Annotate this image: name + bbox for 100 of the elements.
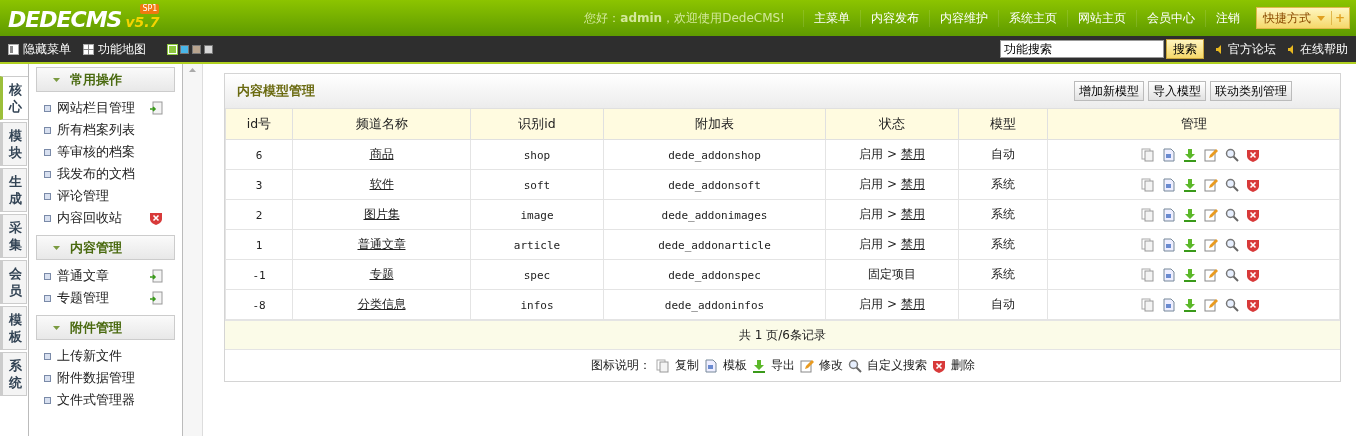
table-cell: 系统	[958, 169, 1048, 200]
table-cell: dede_addonimages	[603, 199, 826, 230]
table-cell: -8	[225, 289, 293, 320]
side-tab[interactable]: 会员	[0, 260, 27, 304]
column-header: 状态	[825, 108, 959, 140]
table-cell: shop	[470, 139, 604, 170]
column-header: 识别id	[470, 108, 604, 140]
side-tab[interactable]: 模块	[0, 122, 27, 166]
disable-link[interactable]: 禁用	[900, 207, 925, 221]
edit-icon	[1204, 177, 1218, 192]
toolbar-link[interactable]: 在线帮助	[1288, 40, 1348, 58]
sidebar-link[interactable]: 我发布的文档	[36, 163, 176, 185]
sidebar-link[interactable]: 所有档案列表	[36, 119, 176, 141]
sidebar-link[interactable]: 上传新文件	[36, 345, 176, 367]
channel-link[interactable]: 软件	[369, 177, 394, 191]
separator-text: >	[886, 177, 898, 191]
summary-text: 共 1 页/6条记录	[739, 326, 826, 344]
column-header: 附加表	[603, 108, 826, 140]
bullet-icon	[44, 104, 51, 112]
bullet-icon	[44, 214, 51, 222]
table-cell: 6	[225, 139, 293, 170]
download-icon	[1183, 177, 1197, 192]
side-tab[interactable]: 模板	[0, 306, 27, 350]
search-button[interactable]: 搜索	[1166, 39, 1204, 59]
delete-icon	[1246, 177, 1260, 192]
hide-menu-link[interactable]: 隐藏菜单	[8, 40, 71, 58]
status-text: 启用	[859, 297, 884, 311]
section-header[interactable]: 常用操作	[36, 67, 176, 92]
quick-menu-button[interactable]: 快捷方式 +	[1255, 7, 1350, 29]
side-tab[interactable]: 采集	[0, 214, 27, 258]
search-icon	[1225, 237, 1239, 252]
search-icon	[1225, 297, 1239, 312]
table-cell: 自动	[958, 139, 1048, 170]
table-cell: 3	[225, 169, 293, 200]
sidebar-link[interactable]: 网站栏目管理	[36, 97, 176, 119]
delete-icon	[1246, 147, 1260, 162]
panel-button[interactable]: 联动类别管理	[1210, 81, 1292, 101]
legend-label: 删除	[950, 357, 975, 374]
download-icon	[1183, 147, 1197, 162]
section-header[interactable]: 附件管理	[36, 315, 176, 340]
bullet-icon	[44, 192, 51, 200]
table-cell: 系统	[958, 199, 1048, 230]
sound-icon	[1216, 44, 1224, 54]
legend-label: 导出	[770, 357, 795, 374]
caret-icon	[53, 245, 60, 250]
table-cell: -1	[225, 259, 293, 290]
add-document-icon	[149, 291, 163, 305]
legend-label: 复制	[674, 357, 699, 374]
table-cell: article	[470, 229, 604, 260]
toolbar-link[interactable]: 官方论坛	[1216, 40, 1276, 58]
download-icon	[1183, 267, 1197, 282]
separator-text: >	[886, 297, 898, 311]
separator-text: >	[886, 147, 898, 161]
legend-label: 修改	[818, 357, 843, 374]
side-tab[interactable]: 核心	[0, 76, 28, 120]
sidebar-link[interactable]: 评论管理	[36, 185, 176, 207]
channel-link[interactable]: 专题	[369, 267, 394, 281]
delete-icon	[1246, 297, 1260, 312]
bullet-icon	[44, 294, 51, 302]
table-cell: 自动	[958, 289, 1048, 320]
bullet-icon	[44, 396, 51, 404]
skin-swatch[interactable]	[180, 44, 189, 54]
bullet-icon	[44, 352, 51, 360]
edition-badge: SP1	[140, 4, 160, 14]
table-cell: dede_addonspec	[603, 259, 826, 290]
channel-link[interactable]: 分类信息	[357, 297, 406, 311]
site-map-link[interactable]: 功能地图	[83, 40, 146, 58]
sidebar-link[interactable]: 文件式管理器	[36, 389, 176, 411]
skin-swatch[interactable]	[204, 44, 213, 54]
channel-link[interactable]: 商品	[369, 147, 394, 161]
status-text: 启用	[859, 147, 884, 161]
status-text: 启用	[859, 207, 884, 221]
sidebar-link[interactable]: 内容回收站	[36, 207, 176, 229]
section-header[interactable]: 内容管理	[36, 235, 176, 260]
disable-link[interactable]: 禁用	[900, 147, 925, 161]
sidebar-link[interactable]: 专题管理	[36, 287, 176, 309]
disable-link[interactable]: 禁用	[900, 237, 925, 251]
channel-link[interactable]: 图片集	[363, 207, 400, 221]
skin-swatch[interactable]	[192, 44, 201, 54]
panel-icon	[8, 43, 19, 55]
edit-icon	[1204, 267, 1218, 282]
sidebar-link[interactable]: 等审核的档案	[36, 141, 176, 163]
disable-link[interactable]: 禁用	[900, 177, 925, 191]
side-tab[interactable]: 生成	[0, 168, 27, 212]
add-document-icon	[149, 269, 163, 283]
panel-button[interactable]: 导入模型	[1148, 81, 1206, 101]
search-icon	[1225, 177, 1239, 192]
caret-icon	[53, 77, 60, 82]
panel-button[interactable]: 增加新模型	[1074, 81, 1144, 101]
status-text: 启用	[859, 177, 884, 191]
search-field[interactable]: 功能搜索	[1000, 40, 1164, 58]
channel-link[interactable]: 普通文章	[357, 237, 406, 251]
grid-icon	[83, 43, 94, 55]
sidebar-link[interactable]: 附件数据管理	[36, 367, 176, 389]
separator-text: >	[886, 237, 898, 251]
side-tab[interactable]: 系统	[0, 352, 27, 396]
table-cell: 1	[225, 229, 293, 260]
sidebar-link[interactable]: 普通文章	[36, 265, 176, 287]
copy-icon	[1141, 237, 1155, 252]
disable-link[interactable]: 禁用	[900, 297, 925, 311]
